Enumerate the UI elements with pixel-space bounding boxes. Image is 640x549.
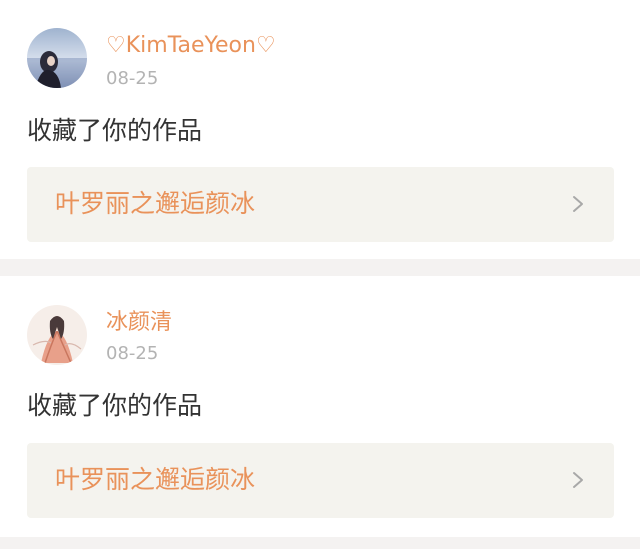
chevron-right-icon	[573, 196, 583, 212]
avatar-photo-icon	[27, 28, 87, 88]
work-link[interactable]: 叶罗丽之邂逅颜冰	[27, 443, 614, 518]
work-title: 叶罗丽之邂逅颜冰	[55, 465, 256, 494]
user-avatar[interactable]	[27, 305, 87, 365]
avatar-illustration-icon	[27, 305, 87, 365]
notification-feed: ♡KimTaeYeon♡ 08-25 收藏了你的作品 叶罗丽之邂逅颜冰 冰颜清	[0, 0, 640, 549]
notification-action-text: 收藏了你的作品	[27, 116, 203, 145]
username[interactable]: 冰颜清	[106, 310, 172, 336]
notification-action-text: 收藏了你的作品	[27, 391, 203, 420]
timestamp: 08-25	[106, 68, 159, 89]
notification-card: ♡KimTaeYeon♡ 08-25 收藏了你的作品 叶罗丽之邂逅颜冰	[0, 0, 640, 259]
work-title: 叶罗丽之邂逅颜冰	[55, 189, 256, 218]
work-link[interactable]: 叶罗丽之邂逅颜冰	[27, 167, 614, 242]
chevron-right-icon	[573, 472, 583, 488]
username[interactable]: ♡KimTaeYeon♡	[106, 33, 276, 59]
timestamp: 08-25	[106, 343, 159, 364]
user-avatar[interactable]	[27, 28, 87, 88]
notification-card: 冰颜清 08-25 收藏了你的作品 叶罗丽之邂逅颜冰	[0, 276, 640, 537]
